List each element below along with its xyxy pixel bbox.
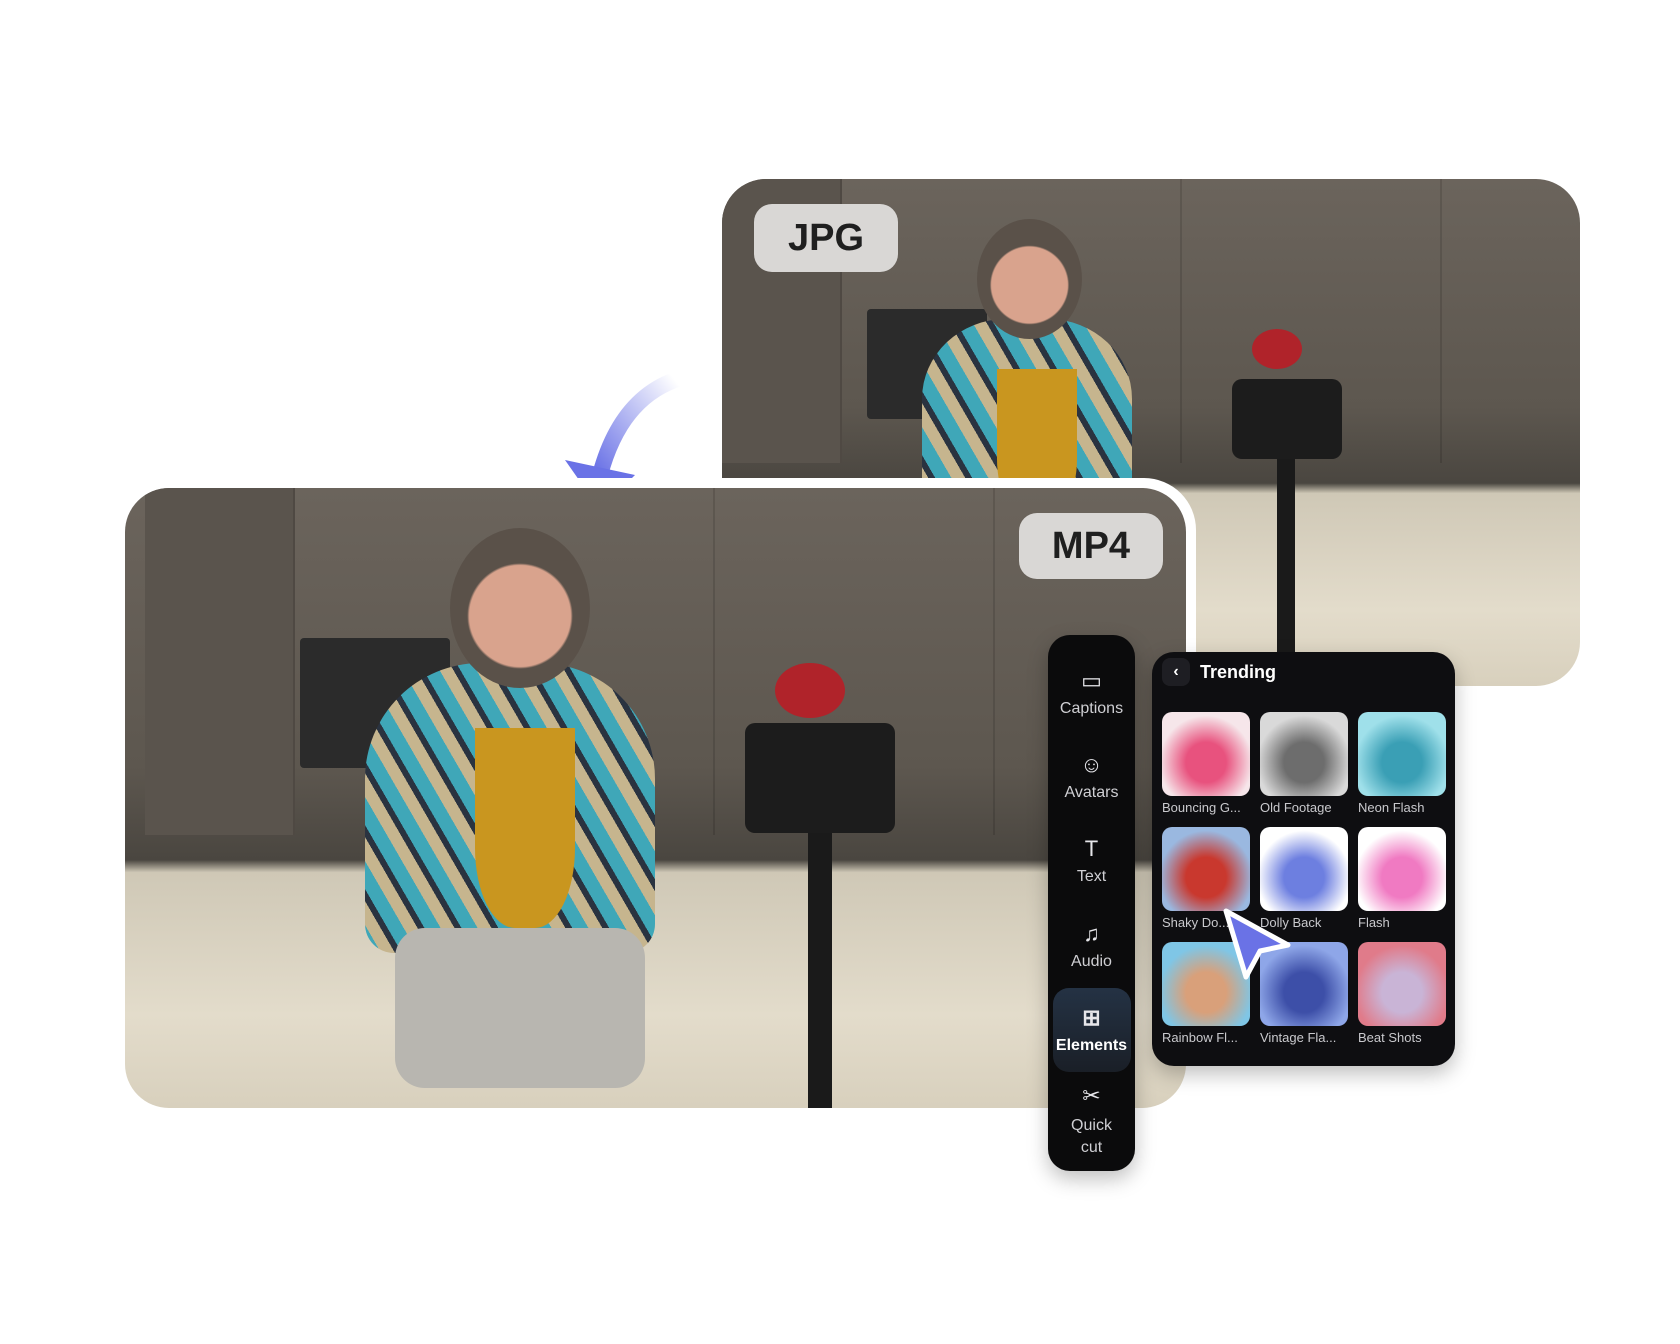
panel-title: Trending <box>1200 661 1276 682</box>
mp4-format-badge: MP4 <box>1019 513 1163 579</box>
trending-panel: ‹ Trending Bouncing G... Old Footage Neon … <box>1152 652 1455 1066</box>
music-note-icon: ♫ <box>1083 920 1100 946</box>
sidebar-item-quick-cut[interactable]: ✂ Quick cut <box>1053 1072 1131 1171</box>
effect-tile[interactable]: Flash <box>1358 827 1446 932</box>
effect-tile[interactable]: Neon Flash <box>1358 712 1446 817</box>
sidebar-item-captions[interactable]: ▭ Captions <box>1053 651 1131 735</box>
mp4-video-card: MP4 <box>115 478 1196 1118</box>
effect-label: Flash <box>1358 915 1390 930</box>
sidebar-item-label: Captions <box>1059 700 1124 718</box>
sidebar-item-label: Text <box>1076 868 1107 886</box>
effect-thumbnail <box>1260 827 1348 911</box>
back-button[interactable]: ‹ <box>1162 658 1190 686</box>
effect-label: Old Footage <box>1260 800 1332 815</box>
effects-grid: Bouncing G... Old Footage Neon Flash Shaky … <box>1162 712 1446 1047</box>
sidebar-item-label: Elements <box>1055 1036 1128 1054</box>
mouse-cursor-icon <box>1223 908 1291 980</box>
elements-icon: ⊞ <box>1082 1004 1101 1030</box>
effect-label: Vintage Fla... <box>1260 1030 1337 1045</box>
sidebar-item-avatars[interactable]: ☺ Avatars <box>1053 735 1131 819</box>
jpg-format-badge: JPG <box>754 204 898 272</box>
sidebar-item-audio[interactable]: ♫ Audio <box>1053 904 1131 988</box>
effect-label: Rainbow Fl... <box>1162 1030 1238 1045</box>
effect-label: Bouncing G... <box>1162 800 1241 815</box>
effect-label: Neon Flash <box>1358 800 1425 815</box>
effect-thumbnail <box>1162 827 1250 911</box>
video-scene <box>125 488 1186 1108</box>
effect-thumbnail <box>1358 827 1446 911</box>
effect-thumbnail <box>1358 712 1446 796</box>
sidebar-item-label: Audio <box>1071 952 1112 970</box>
sidebar-item-elements[interactable]: ⊞ Elements <box>1052 987 1131 1072</box>
avatar-icon: ☺ <box>1080 752 1103 778</box>
effect-tile[interactable]: Bouncing G... <box>1162 712 1250 817</box>
scissors-icon: ✂ <box>1082 1083 1101 1109</box>
effect-thumbnail <box>1162 712 1250 796</box>
effect-label: Beat Shots <box>1358 1030 1422 1045</box>
text-icon: T <box>1084 836 1099 862</box>
effect-tile[interactable]: Beat Shots <box>1358 942 1446 1047</box>
effect-thumbnail <box>1260 712 1348 796</box>
sidebar-item-label: Avatars <box>1064 784 1119 802</box>
effect-tile[interactable]: Old Footage <box>1260 712 1348 817</box>
sidebar-item-label: Quick cut <box>1071 1117 1112 1157</box>
captions-icon: ▭ <box>1081 668 1102 694</box>
sidebar-item-text[interactable]: T Text <box>1053 819 1131 903</box>
effect-thumbnail <box>1358 942 1446 1026</box>
editor-sidebar: ▭ Captions ☺ Avatars T Text ♫ Audio ⊞ Element… <box>1048 635 1135 1171</box>
